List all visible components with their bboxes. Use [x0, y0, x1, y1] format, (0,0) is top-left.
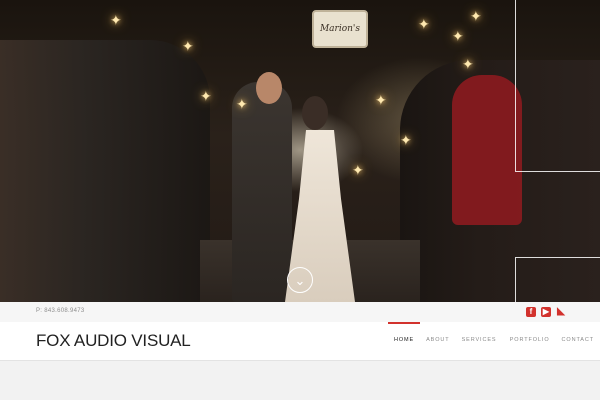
- hero-frame-bottom: [515, 257, 600, 302]
- sparkler-icon: ✦: [470, 8, 482, 24]
- facebook-icon[interactable]: f: [526, 307, 536, 317]
- sparkler-icon: ✦: [236, 96, 248, 112]
- site-logo[interactable]: FOX AUDIO VISUAL: [36, 331, 191, 351]
- main-menu: HOME ABOUT SERVICES ▾ PORTFOLIO CONTACT: [388, 322, 600, 379]
- sparkler-icon: ✦: [462, 56, 474, 72]
- sparkler-icon: ✦: [182, 38, 194, 54]
- nav-home[interactable]: HOME: [388, 322, 421, 360]
- scroll-down-button[interactable]: ⌄: [287, 267, 313, 293]
- page-content: [0, 361, 600, 400]
- sparkler-icon: ✦: [452, 28, 464, 44]
- nav-portfolio[interactable]: PORTFOLIO: [504, 322, 556, 360]
- nav-services[interactable]: SERVICES ▾: [456, 322, 504, 379]
- groom-head: [256, 72, 282, 104]
- youtube-icon[interactable]: ▶: [541, 307, 551, 317]
- hero-frame-top: [515, 0, 600, 172]
- chevron-down-icon: ⌄: [294, 272, 306, 288]
- main-navbar: FOX AUDIO VISUAL HOME ABOUT SERVICES ▾ P…: [0, 322, 600, 379]
- rss-icon[interactable]: ◣: [556, 307, 566, 317]
- sparkler-icon: ✦: [418, 16, 430, 32]
- hero-image: Marion's ✦ ✦ ✦ ✦ ✦ ✦ ✦ ✦ ✦ ✦ ✦ ⌄: [0, 0, 600, 302]
- sparkler-icon: ✦: [110, 12, 122, 28]
- crowd-left: [0, 40, 210, 302]
- nav-contact[interactable]: CONTACT: [556, 322, 600, 360]
- sparkler-icon: ✦: [400, 132, 412, 148]
- top-bar: P: 843.608.9473 f ▶ ◣: [0, 302, 600, 323]
- groom: [232, 82, 292, 302]
- nav-about[interactable]: ABOUT: [420, 322, 455, 360]
- phone-number: P: 843.608.9473: [36, 308, 85, 314]
- bride-head: [302, 96, 328, 130]
- sparkler-icon: ✦: [375, 92, 387, 108]
- sparkler-icon: ✦: [352, 162, 364, 178]
- sparkler-icon: ✦: [200, 88, 212, 104]
- hanging-sign: Marion's: [312, 10, 368, 48]
- guest-red-dress: [452, 75, 522, 225]
- social-links: f ▶ ◣: [526, 307, 566, 317]
